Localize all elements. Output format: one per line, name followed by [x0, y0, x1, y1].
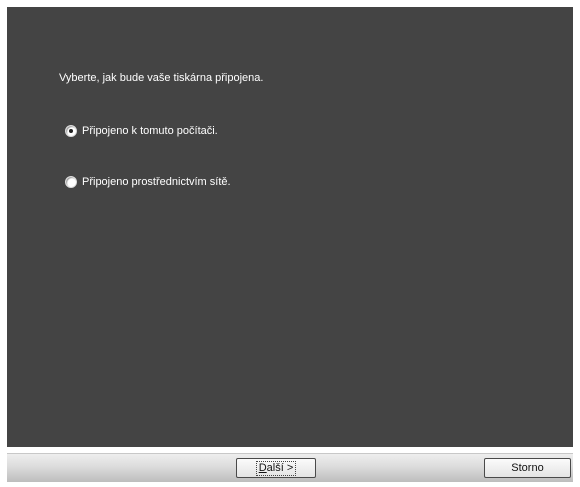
radio-selected-dot: [69, 129, 73, 133]
next-button-focus: Další >: [255, 460, 297, 476]
installer-window: Vyberte, jak bude vaše tiskárna připojen…: [0, 0, 580, 487]
next-accelerator: D: [258, 461, 267, 474]
option-local-connection[interactable]: Připojeno k tomuto počítači.: [65, 125, 218, 137]
radio-button-local[interactable]: [65, 125, 77, 137]
connection-prompt: Vyberte, jak bude vaše tiskárna připojen…: [59, 72, 264, 84]
next-button[interactable]: Další >: [236, 458, 316, 478]
button-bar: Další > Storno: [7, 453, 573, 482]
option-local-label: Připojeno k tomuto počítači.: [82, 125, 218, 137]
radio-button-network[interactable]: [65, 176, 77, 188]
next-label: alší >: [266, 461, 294, 474]
option-network-label: Připojeno prostřednictvím sítě.: [82, 176, 231, 188]
option-network-connection[interactable]: Připojeno prostřednictvím sítě.: [65, 176, 231, 188]
cancel-button[interactable]: Storno: [484, 458, 571, 478]
